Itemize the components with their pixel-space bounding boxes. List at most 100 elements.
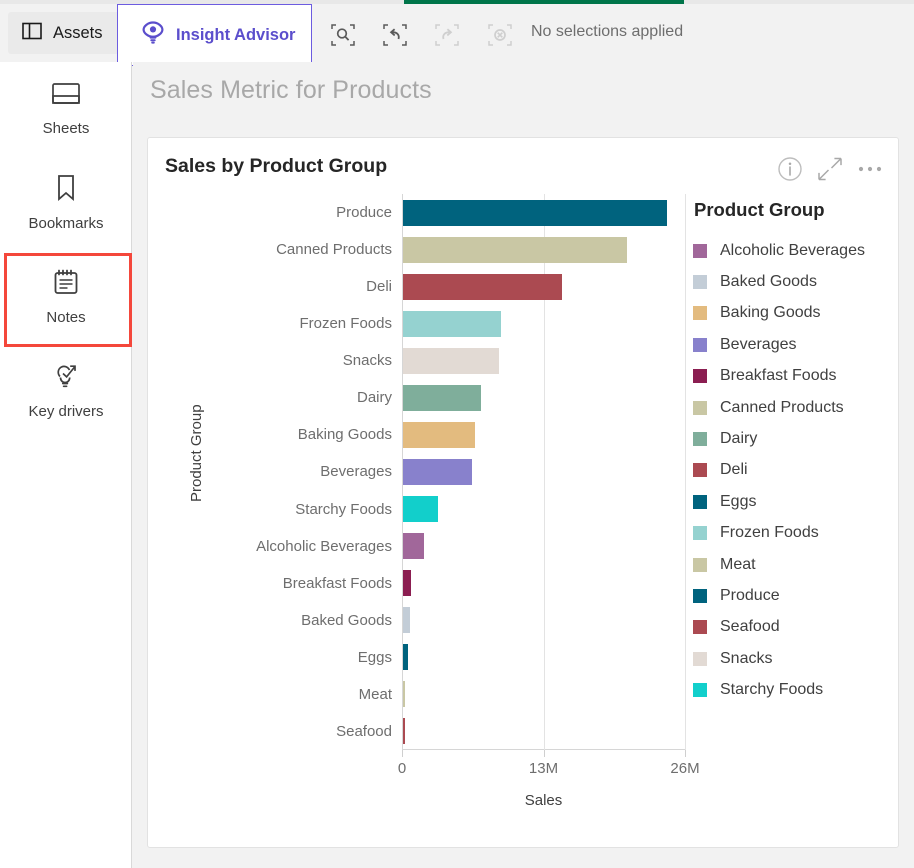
bar-row <box>403 379 686 416</box>
bar[interactable] <box>403 347 499 374</box>
legend-color-swatch <box>693 683 707 698</box>
legend-item[interactable]: Breakfast Foods <box>693 361 893 392</box>
legend-item[interactable]: Canned Products <box>693 392 893 423</box>
legend-item-label: Snacks <box>720 649 773 667</box>
notes-icon <box>53 268 79 301</box>
legend-item[interactable]: Seafood <box>693 612 893 643</box>
legend-item-label: Meat <box>720 555 756 573</box>
fullscreen-icon[interactable] <box>817 156 843 182</box>
tab-insight-advisor-label: Insight Advisor <box>176 25 296 44</box>
legend-item-label: Frozen Foods <box>720 524 819 542</box>
legend-items: Alcoholic Beverages Baked Goods Baking Goo… <box>693 235 893 706</box>
y-axis-label[interactable]: Frozen Foods <box>208 305 400 342</box>
legend-item[interactable]: Alcoholic Beverages <box>693 235 893 266</box>
legend-item-label: Beverages <box>720 335 797 353</box>
legend-color-swatch <box>693 651 707 666</box>
y-axis-label[interactable]: Snacks <box>208 342 400 379</box>
legend-item-label: Dairy <box>720 430 758 448</box>
sidebar-item-sheets-label: Sheets <box>42 120 90 137</box>
bar[interactable] <box>403 533 424 560</box>
page-title: Sales Metric for Products <box>150 76 432 104</box>
info-icon[interactable] <box>777 156 803 182</box>
legend-item-label: Eggs <box>720 492 757 510</box>
bar[interactable] <box>403 421 475 448</box>
legend-item[interactable]: Dairy <box>693 423 893 454</box>
bar[interactable] <box>403 310 501 337</box>
y-axis-label[interactable]: Meat <box>208 676 400 713</box>
bar-row <box>403 528 686 565</box>
legend-item-label: Baking Goods <box>720 304 821 322</box>
selection-search-icon[interactable] <box>327 19 359 51</box>
sidebar-item-notes-label: Notes <box>46 309 86 326</box>
legend-color-swatch <box>693 432 707 447</box>
y-axis-label[interactable]: Baked Goods <box>208 602 400 639</box>
y-axis-label[interactable]: Produce <box>208 194 400 231</box>
assets-button-label: Assets <box>53 23 103 42</box>
bar[interactable] <box>403 644 409 671</box>
sidebar-item-bookmarks[interactable]: Bookmarks <box>0 156 132 250</box>
y-axis-label[interactable]: Alcoholic Beverages <box>208 528 400 565</box>
bar[interactable] <box>403 458 472 485</box>
assets-button[interactable]: Assets <box>8 12 121 54</box>
bar[interactable] <box>403 236 628 263</box>
insight-advisor-eye-icon <box>142 20 164 50</box>
bar-series <box>403 194 686 750</box>
y-axis-label[interactable]: Starchy Foods <box>208 491 400 528</box>
legend-item-label: Alcoholic Beverages <box>720 241 865 259</box>
legend-item[interactable]: Eggs <box>693 486 893 517</box>
sidebar-item-key-drivers[interactable]: Key drivers <box>0 344 132 438</box>
y-axis-label[interactable]: Canned Products <box>208 231 400 268</box>
bar[interactable] <box>403 384 482 411</box>
bar-row <box>403 231 686 268</box>
bar[interactable] <box>403 273 562 300</box>
chart-title: Sales by Product Group <box>165 155 388 177</box>
y-axis-label[interactable]: Baking Goods <box>208 416 400 453</box>
sidebar-item-sheets[interactable]: Sheets <box>0 62 132 156</box>
legend-item[interactable]: Baking Goods <box>693 298 893 329</box>
bar[interactable] <box>403 718 405 745</box>
y-axis-label[interactable]: Dairy <box>208 379 400 416</box>
y-axis-label[interactable]: Beverages <box>208 453 400 490</box>
legend-item[interactable]: Deli <box>693 455 893 486</box>
legend-item[interactable]: Beverages <box>693 329 893 360</box>
chart-plot-region: Product Group Produce Canned Products Deli… <box>148 192 900 849</box>
sidebar-item-notes[interactable]: Notes <box>0 250 132 347</box>
tab-insight-advisor[interactable]: Insight Advisor <box>117 4 312 66</box>
x-axis-title: Sales <box>524 792 563 809</box>
more-options-icon[interactable] <box>857 164 883 174</box>
legend-item-label: Produce <box>720 586 780 604</box>
legend-color-swatch <box>693 588 707 603</box>
bar-row <box>403 453 686 490</box>
legend-item[interactable]: Produce <box>693 580 893 611</box>
x-axis-tick <box>543 750 545 757</box>
x-axis-tick <box>402 750 403 757</box>
x-axis-tick <box>685 750 686 757</box>
legend-item[interactable]: Snacks <box>693 643 893 674</box>
bar[interactable] <box>403 681 405 708</box>
bar[interactable] <box>403 199 668 226</box>
y-axis-label[interactable]: Eggs <box>208 639 400 676</box>
y-axis-label[interactable]: Seafood <box>208 713 400 750</box>
legend-item-label: Seafood <box>720 618 780 636</box>
y-axis-label[interactable]: Deli <box>208 268 400 305</box>
sidebar-item-key-drivers-label: Key drivers <box>28 403 104 420</box>
legend-item[interactable]: Meat <box>693 549 893 580</box>
legend-item[interactable]: Frozen Foods <box>693 518 893 549</box>
bar-row <box>403 565 686 602</box>
sheets-icon <box>51 81 81 112</box>
step-back-icon[interactable] <box>379 19 411 51</box>
bar[interactable] <box>403 607 410 634</box>
bar[interactable] <box>403 496 438 523</box>
selection-status-text: No selections applied <box>531 23 684 40</box>
legend-color-swatch <box>693 400 707 415</box>
legend-color-swatch <box>693 243 707 258</box>
legend-item-label: Canned Products <box>720 398 844 416</box>
legend-item[interactable]: Starchy Foods <box>693 674 893 705</box>
y-axis-title: Product Group <box>188 404 205 502</box>
bar[interactable] <box>403 570 411 597</box>
legend-item-label: Deli <box>720 461 748 479</box>
bar-row <box>403 416 686 453</box>
legend-item-label: Starchy Foods <box>720 681 824 699</box>
y-axis-label[interactable]: Breakfast Foods <box>208 565 400 602</box>
legend-item[interactable]: Baked Goods <box>693 266 893 297</box>
